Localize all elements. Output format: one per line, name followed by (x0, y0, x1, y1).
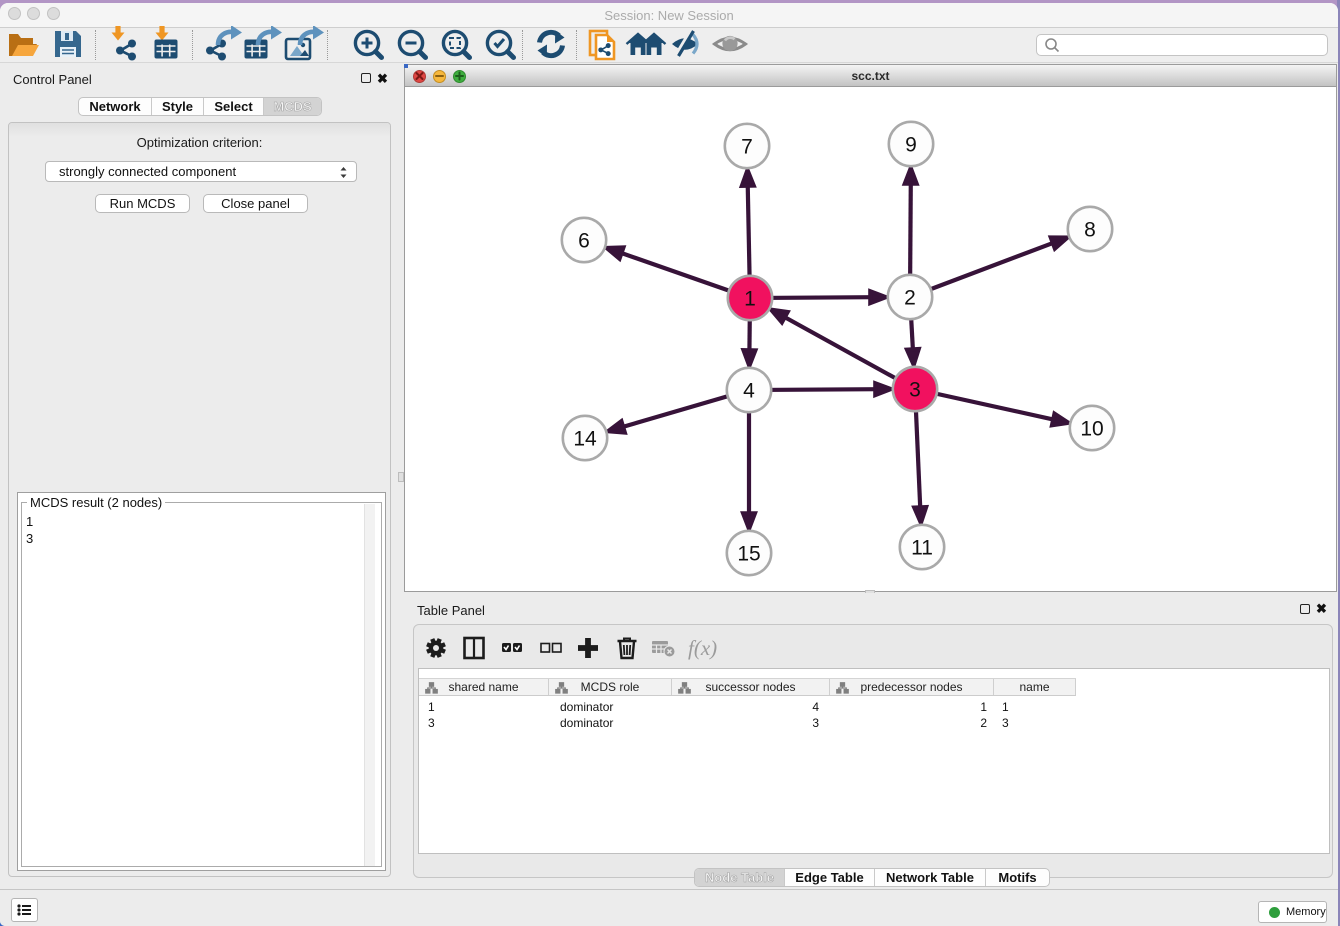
svg-text:2: 2 (904, 287, 916, 310)
svg-text:6: 6 (578, 230, 590, 253)
svg-text:3: 3 (909, 379, 921, 402)
svg-text:7: 7 (741, 136, 753, 159)
svg-text:f(x): f(x) (688, 636, 717, 660)
svg-text:8: 8 (1084, 219, 1096, 242)
svg-text:1: 1 (744, 288, 756, 311)
svg-text:10: 10 (1080, 418, 1103, 441)
svg-text:9: 9 (905, 134, 917, 157)
svg-text:4: 4 (743, 380, 755, 403)
svg-text:14: 14 (573, 428, 597, 451)
svg-text:15: 15 (737, 543, 760, 566)
svg-text:11: 11 (911, 537, 933, 560)
